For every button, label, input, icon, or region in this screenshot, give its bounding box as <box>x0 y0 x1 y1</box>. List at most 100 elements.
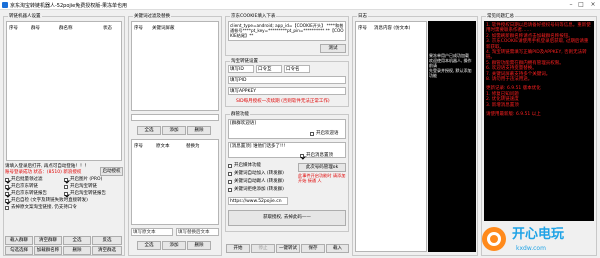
col-group-name: 群名称 <box>59 26 73 31</box>
tb-name-input[interactable]: 口令名 <box>284 65 310 73</box>
bot-settings-title: 转链机器人设置 <box>8 13 42 19</box>
load-group-names-button[interactable]: 加载群名称 <box>34 246 62 255</box>
rp-add-button[interactable]: 添加 <box>162 241 186 250</box>
opt-jd-label: 开启京东转链 <box>11 184 38 189</box>
link-text: https://www.52pojie.cn <box>230 199 282 204</box>
quick-test-button[interactable]: 一键转试 <box>276 244 300 253</box>
window-titlebar: 京东淘宝转链机器人-52pojie免费授权版-果冻单也用 – □ × <box>0 0 600 10</box>
rp-col-source: 原文本 <box>156 144 170 149</box>
pin-message-text: [消息置顶] 谁他们话多了!!! <box>230 144 286 149</box>
tb-id-input[interactable]: 填写ID <box>228 65 254 73</box>
log-console-line: 先登录并授权, 默认添加功能 <box>429 68 472 78</box>
keyword-block-table[interactable]: 序号 关键词屏蔽 <box>131 21 219 111</box>
sub-opt-3-label: 关键词自动踢人 (转发群) <box>234 179 284 184</box>
side-note: 此事件开启功能时 请添加 开始 接通 人 <box>298 173 346 183</box>
rp-select-all-button[interactable]: 全选 <box>137 241 161 250</box>
opt-image-label: 开启图片 (PRO) <box>70 177 103 182</box>
pin-message-label: 开启消息置顶 <box>306 153 333 158</box>
faq-line: 4. 淘宝转链需填写正确PID及APPKEY, 否则无法转链。 <box>486 50 587 61</box>
sub-opt-2-checkbox[interactable] <box>228 172 232 176</box>
start-button[interactable]: 开始 <box>226 244 250 253</box>
sub-opt-4-checkbox[interactable] <box>228 188 232 192</box>
tb-name-placeholder: 口令名 <box>286 67 300 72</box>
keyword-input[interactable] <box>131 114 219 121</box>
sub-opt-4-label: 关键词拒绝添加 (转发群) <box>234 187 284 192</box>
sub-opt-1-checkbox[interactable] <box>228 164 232 168</box>
get-auth-button[interactable]: 获取授权, 去掉此码—— <box>228 210 346 226</box>
faq-line: 3. 京东COOKIE请使用手机登录后获取, 过期后请重新获取。 <box>486 39 589 50</box>
faq-line: 1. 软件授权日期以后请备好授权号码等信息。重新使用时需要联系作者…… <box>486 23 591 34</box>
tb-warning: SID每月授权一次续期 (否则软件无法正常工作) <box>236 99 330 104</box>
rp-delete-button[interactable]: 删除 <box>187 241 211 250</box>
faq-title: 常见问题汇总 <box>486 13 515 19</box>
opt-tb-report-checkbox[interactable] <box>64 192 68 196</box>
invert-groups-button[interactable]: 反选 <box>92 236 122 245</box>
kw-add-button[interactable]: 添加 <box>162 126 186 135</box>
tb-settings-title: 淘宝转链设置 <box>230 58 259 64</box>
opt-jd-checkbox[interactable] <box>5 185 9 189</box>
welcome-checkbox[interactable] <box>310 132 314 136</box>
clear-groups-button[interactable]: 清空群聊 <box>34 236 62 245</box>
stop-button[interactable]: 停止 <box>251 244 275 253</box>
tb-pid-input[interactable]: 填写PID <box>228 76 346 84</box>
tb-code-input[interactable]: 口令互 <box>256 65 282 73</box>
opt-tb-checkbox[interactable] <box>64 185 68 189</box>
kw-delete-button[interactable]: 删除 <box>187 126 211 135</box>
select-all-groups-button[interactable]: 全选 <box>63 236 91 245</box>
col-index: 序号 <box>9 26 18 31</box>
replace-text-input[interactable]: 填写替换后文本 <box>176 228 219 236</box>
opt-jd-report-checkbox[interactable] <box>5 192 9 196</box>
status-line-1: 请填入登录后打开, 再点可自动登陆！！！ <box>5 164 89 169</box>
maximize-icon[interactable]: □ <box>576 1 586 9</box>
opt-jd-report-label: 开启京东转链报告 <box>11 191 47 196</box>
app-icon <box>2 2 8 8</box>
sub-opt-3-checkbox[interactable] <box>228 180 232 184</box>
check-selected-button[interactable]: 勾选选择 <box>5 246 33 255</box>
kw-select-all-button[interactable]: 全选 <box>137 126 161 135</box>
log-table[interactable]: 序号 消息内容 (仿文本) <box>355 21 427 252</box>
opt-filter-checkbox[interactable] <box>5 178 9 182</box>
delete-group-button[interactable]: 删除 <box>63 246 91 255</box>
clear-selected-groups-button[interactable]: 清空群选 <box>92 246 122 255</box>
rp-col-target: 替换为 <box>186 144 200 149</box>
load-groups-button[interactable]: 载入群聊 <box>5 236 33 245</box>
replace-text-placeholder: 填写替换后文本 <box>178 230 210 235</box>
replace-table[interactable]: 序号 原文本 替换为 <box>131 139 219 225</box>
load-button[interactable]: 载入 <box>326 244 349 253</box>
faq-line: 8. 请勿用于违法用途。 <box>486 77 533 83</box>
welcome-input[interactable]: [群群欢迎语] <box>228 119 346 139</box>
faq-line: 请使用最新版: 6.9.51 以上 <box>486 112 541 118</box>
welcome-label: 开启欢迎语 <box>316 131 339 136</box>
group-table[interactable]: 序号 群号 群名称 状态 <box>6 21 122 161</box>
window-title: 京东淘宝转链机器人-52pojie免费授权版-果冻单也用 <box>10 3 128 9</box>
pin-message-checkbox[interactable] <box>300 154 304 158</box>
tb-code-placeholder: 口令互 <box>258 67 272 72</box>
log-col-index: 序号 <box>358 26 367 31</box>
close-icon[interactable]: × <box>588 1 598 9</box>
opt-selfcheck-checkbox[interactable] <box>5 199 9 203</box>
tb-appkey-placeholder: 填写APPKEY <box>230 89 257 94</box>
tb-id-placeholder: 填写ID <box>230 67 244 72</box>
jd-test-button[interactable]: 测试 <box>320 44 346 53</box>
save-button[interactable]: 保存 <box>301 244 325 253</box>
link-input[interactable]: https://www.52pojie.cn <box>228 197 288 205</box>
sub-opt-2-label: 关键词自动加入 (转发群) <box>234 171 284 176</box>
log-console: 果冻单用户已成功加载 欢迎使用本机器人, 操作前请 先登录并授权, 默认添加功能 <box>428 21 476 252</box>
jd-cookie-input[interactable]: client_type=android; app_id=【COOKIE开头】 *… <box>228 21 346 41</box>
admin-manage-button[interactable]: 此次号码管理ok <box>298 163 346 172</box>
status-line-2: 账号登录成功 状态：(8510) 新浪授权 <box>5 170 82 175</box>
source-text-input[interactable]: 填写原文本 <box>131 228 173 236</box>
kw-col-index: 序号 <box>134 26 143 31</box>
opt-strip-link-checkbox[interactable] <box>5 206 9 210</box>
rp-col-index: 序号 <box>134 144 143 149</box>
opt-image-checkbox[interactable] <box>64 178 68 182</box>
opt-selfcheck-label: 开启自检 (文字及转链失败时直接转发) <box>11 198 88 203</box>
start-auth-button[interactable]: 启动授权 <box>100 167 123 176</box>
tb-appkey-input[interactable]: 填写APPKEY <box>228 87 346 95</box>
welcome-placeholder: [群群欢迎语] <box>230 121 257 126</box>
faq-console: 1. 软件授权日期以后请备好授权号码等信息。重新使用时需要联系作者…… 2. 如… <box>484 21 594 221</box>
opt-strip-link-label: 去掉原文案淘宝链接, 仍支持口令 <box>11 205 77 210</box>
opt-tb-report-label: 开启淘宝转链报告 <box>70 191 106 196</box>
log-col-content: 消息内容 (仿文本) <box>374 26 411 31</box>
minimize-icon[interactable]: – <box>566 1 576 9</box>
